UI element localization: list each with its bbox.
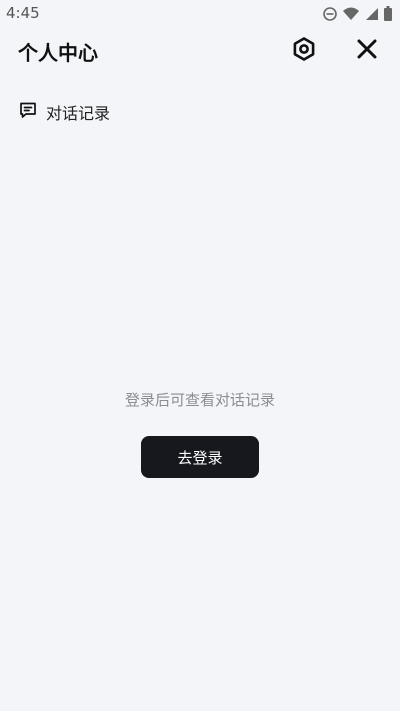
chat-history-item[interactable]: 对话记录 [18,98,110,126]
status-icons [323,6,392,25]
settings-button[interactable] [288,35,320,67]
battery-icon [384,6,392,25]
wifi-icon [343,6,359,25]
close-button[interactable] [351,35,383,67]
login-hint-text: 登录后可查看对话记录 [124,391,275,409]
page-title: 个人中心 [18,41,98,65]
status-time: 4:45 [6,4,40,22]
settings-icon [291,36,317,66]
dnd-icon [323,6,337,25]
login-button[interactable]: 去登录 [141,436,259,478]
header: 个人中心 [0,28,400,76]
chat-history-icon [18,100,38,124]
close-icon [357,39,377,63]
status-bar: 4:45 [0,0,400,28]
signal-icon [365,6,378,25]
chat-history-label: 对话记录 [46,104,111,123]
